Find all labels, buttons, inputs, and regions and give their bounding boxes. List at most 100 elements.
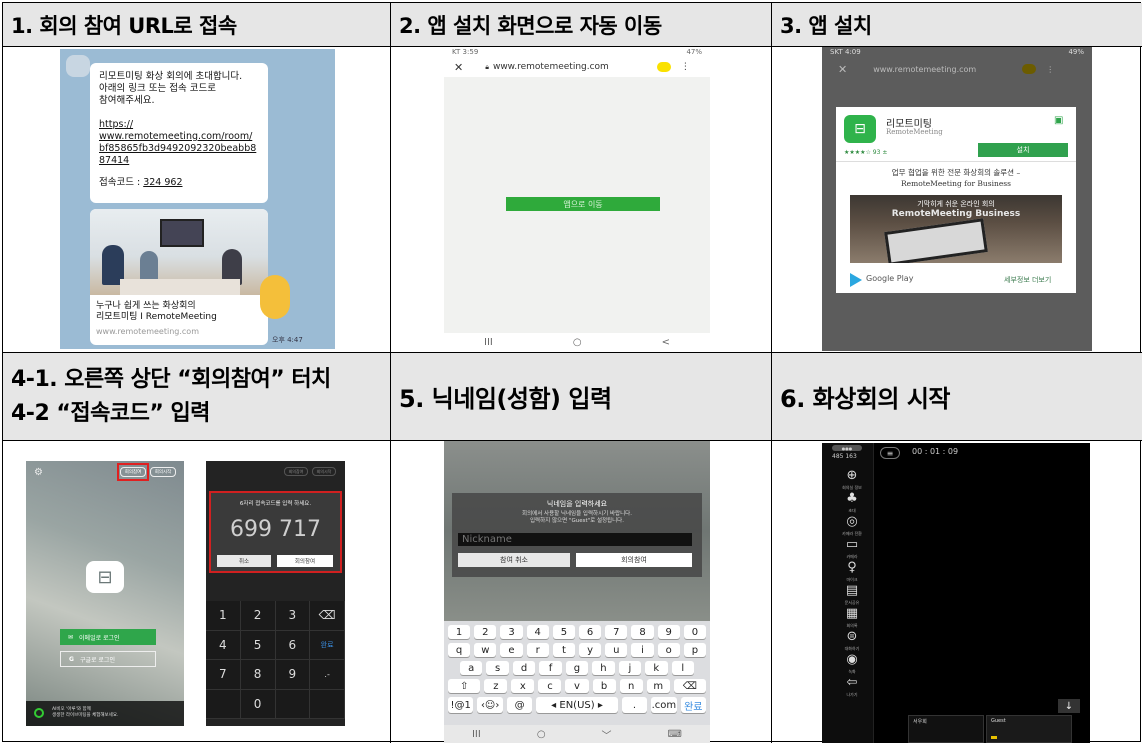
keypad-key[interactable]: 5 bbox=[240, 630, 276, 660]
google-login-button[interactable]: G 구글로 로그인 bbox=[60, 651, 156, 667]
kakao-bubble-icon[interactable] bbox=[1022, 64, 1037, 74]
backspace-key[interactable]: ⌫ bbox=[310, 601, 345, 631]
keyboard-key[interactable]: h bbox=[592, 661, 615, 675]
keyboard-key[interactable]: ⌫ bbox=[673, 679, 706, 693]
keyboard-switch-button[interactable]: ⌨ bbox=[668, 729, 682, 740]
keyboard-key[interactable]: a bbox=[460, 661, 483, 675]
keyboard-key[interactable]: q bbox=[448, 643, 471, 657]
join-meeting-button[interactable]: 회의참여 bbox=[576, 553, 692, 567]
close-icon[interactable]: ✕ bbox=[838, 63, 847, 76]
settings-icon[interactable]: ⚙ bbox=[34, 467, 43, 478]
address-bar[interactable]: www.remotemeeting.com bbox=[493, 62, 609, 72]
keypad-key[interactable]: 0 bbox=[240, 689, 276, 719]
back-button[interactable]: < bbox=[662, 337, 670, 348]
keyboard-key[interactable]: n bbox=[619, 679, 643, 693]
keyboard-key[interactable]: o bbox=[657, 643, 680, 657]
close-icon[interactable]: ✕ bbox=[454, 61, 463, 74]
keyboard-key[interactable]: ⇧ bbox=[448, 679, 481, 693]
keypad-key[interactable]: 8 bbox=[240, 660, 276, 690]
keyboard-key[interactable]: v bbox=[565, 679, 589, 693]
done-key[interactable]: 완료 bbox=[310, 630, 345, 660]
keypad-key[interactable]: 4 bbox=[206, 630, 241, 660]
menu-icon[interactable]: ≡ bbox=[880, 447, 900, 459]
address-bar[interactable]: www.remotemeeting.com bbox=[873, 65, 976, 74]
keyboard-key[interactable]: y bbox=[579, 643, 602, 657]
cancel-button[interactable]: 취소 bbox=[217, 555, 271, 567]
keyboard-key[interactable]: 완료 bbox=[680, 697, 707, 713]
start-meeting-top-button[interactable]: 회의시작 bbox=[150, 467, 176, 477]
keyboard-key[interactable]: u bbox=[605, 643, 628, 657]
join-meeting-top-button[interactable]: 회의참여 bbox=[284, 467, 308, 476]
side-toolbar-item[interactable]: ▭ 카메라 bbox=[832, 538, 872, 560]
side-toolbar-item[interactable]: ⊕ 회의실 정보 bbox=[832, 469, 872, 491]
side-toolbar-item[interactable]: ▦ 회의록 bbox=[832, 607, 872, 629]
keyboard-key[interactable]: 1 bbox=[448, 625, 471, 639]
keyboard-key[interactable]: ◂ EN(US) ▸ bbox=[536, 697, 618, 713]
keyboard-key[interactable]: j bbox=[618, 661, 642, 675]
keyboard-key[interactable]: ‹☺› bbox=[477, 697, 503, 713]
more-icon[interactable]: ⋮ bbox=[1046, 65, 1054, 74]
promo-bar[interactable]: AI비오 '아루'와 함께 생생한 라이브미팅을 체험해보세요. bbox=[26, 701, 184, 726]
bookmark-icon[interactable]: ▣ bbox=[1054, 115, 1063, 126]
meeting-link[interactable]: https:// www.remotemeeting.com/room/ bf8… bbox=[99, 119, 260, 167]
keyboard-key[interactable]: .com bbox=[651, 697, 677, 713]
hide-keyboard-button[interactable]: ﹀ bbox=[602, 727, 612, 742]
symbol-key[interactable]: .- bbox=[310, 660, 345, 690]
keyboard-key[interactable]: e bbox=[500, 643, 523, 657]
keypad-key[interactable]: 6 bbox=[275, 630, 311, 660]
keyboard-key[interactable]: 3 bbox=[500, 625, 523, 639]
side-toolbar-item[interactable]: ▤ 문서공유 bbox=[832, 584, 872, 606]
keyboard-key[interactable]: 2 bbox=[474, 625, 497, 639]
keyboard-key[interactable]: c bbox=[538, 679, 562, 693]
keyboard-key[interactable]: m bbox=[646, 679, 670, 693]
keyboard-key[interactable]: 0 bbox=[683, 625, 707, 639]
keyboard-key[interactable]: 5 bbox=[552, 625, 576, 639]
keyboard-key[interactable]: r bbox=[526, 643, 549, 657]
recent-apps-button[interactable]: III bbox=[472, 729, 481, 740]
keyboard-key[interactable]: l bbox=[671, 661, 694, 675]
keyboard-key[interactable]: g bbox=[565, 661, 589, 675]
access-code-display[interactable]: 699 717 bbox=[211, 517, 340, 542]
keyboard-key[interactable]: 8 bbox=[631, 625, 654, 639]
keyboard-key[interactable]: 7 bbox=[605, 625, 628, 639]
keyboard-key[interactable]: @ bbox=[506, 697, 533, 713]
keyboard-key[interactable]: k bbox=[645, 661, 668, 675]
keyboard-key[interactable]: z bbox=[484, 679, 508, 693]
keyboard-key[interactable]: d bbox=[512, 661, 536, 675]
email-login-button[interactable]: ✉ 이메일로 로그인 bbox=[60, 629, 156, 645]
keyboard-key[interactable]: . bbox=[621, 697, 648, 713]
join-meeting-button[interactable]: 회의참여 bbox=[277, 555, 333, 567]
home-button[interactable]: ○ bbox=[573, 337, 582, 348]
keypad-key[interactable]: 7 bbox=[206, 660, 241, 690]
keyboard-key[interactable]: w bbox=[474, 643, 497, 657]
keyboard-key[interactable]: !@1 bbox=[448, 697, 474, 713]
kakao-bubble-icon[interactable] bbox=[656, 62, 671, 72]
recent-apps-button[interactable]: III bbox=[484, 337, 493, 348]
keypad-key[interactable]: 2 bbox=[240, 601, 276, 631]
collapse-button[interactable]: ↓ bbox=[1058, 699, 1080, 713]
keypad-key[interactable]: 1 bbox=[206, 601, 241, 631]
keypad-key[interactable]: 3 bbox=[275, 601, 311, 631]
keyboard-key[interactable]: 9 bbox=[657, 625, 680, 639]
keypad-key[interactable]: 9 bbox=[275, 660, 311, 690]
side-toolbar-item[interactable]: ♣ 초대 bbox=[832, 492, 872, 514]
side-toolbar-item[interactable]: ♀ 마이크 bbox=[832, 561, 872, 583]
side-toolbar-item[interactable]: ◎ 카메라 전환 bbox=[832, 515, 872, 537]
start-meeting-top-button[interactable]: 회의시작 bbox=[312, 467, 336, 476]
side-toolbar-item[interactable]: ◉ 녹화 bbox=[832, 653, 872, 675]
keyboard-key[interactable]: s bbox=[486, 661, 509, 675]
keyboard-key[interactable]: x bbox=[511, 679, 535, 693]
keyboard-key[interactable]: p bbox=[683, 643, 707, 657]
open-app-button[interactable]: 앱으로 이동 bbox=[506, 197, 660, 211]
nickname-input[interactable] bbox=[458, 533, 692, 546]
details-link[interactable]: 세부정보 더보기 bbox=[1004, 275, 1051, 285]
link-preview-card[interactable]: 누구나 쉽게 쓰는 화상회의 리모트미팅 I RemoteMeeting www… bbox=[90, 209, 268, 345]
more-icon[interactable]: ⋮ bbox=[681, 62, 690, 72]
keyboard-key[interactable]: b bbox=[592, 679, 616, 693]
keyboard-key[interactable]: i bbox=[631, 643, 654, 657]
keyboard-key[interactable]: 6 bbox=[579, 625, 602, 639]
home-button[interactable]: ○ bbox=[537, 729, 546, 740]
keyboard-key[interactable]: 4 bbox=[526, 625, 549, 639]
cancel-join-button[interactable]: 참여 취소 bbox=[458, 553, 570, 567]
side-toolbar-item[interactable]: ⇦ 나가기 bbox=[832, 676, 872, 698]
